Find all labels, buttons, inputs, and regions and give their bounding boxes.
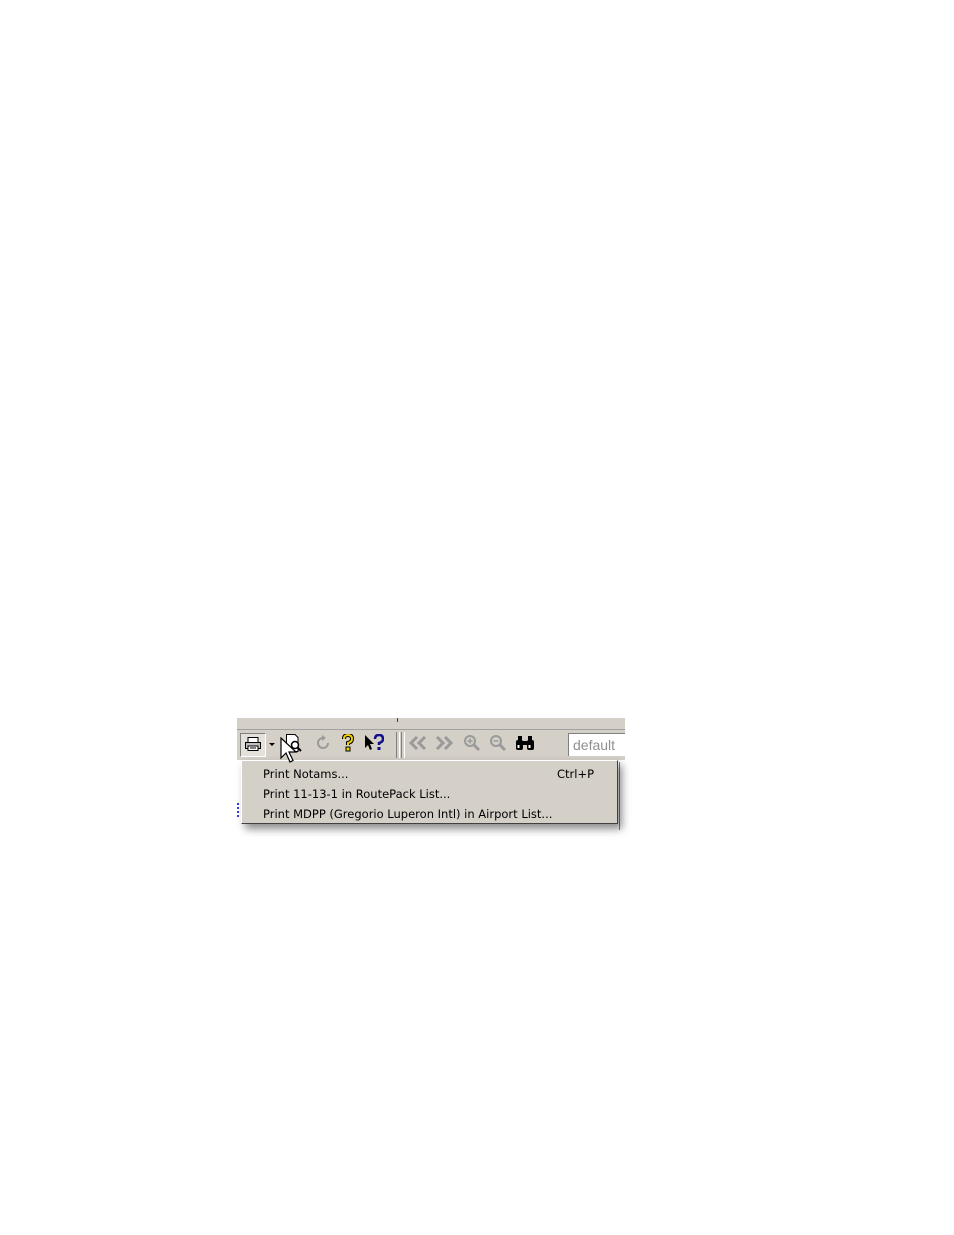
back-button[interactable] [407, 733, 429, 755]
menu-item-print-routepack[interactable]: Print 11-13-1 in RoutePack List... [242, 784, 617, 804]
refresh-icon [314, 734, 332, 755]
help-icon [341, 732, 355, 755]
toolbar-separator [396, 732, 400, 758]
zoom-out-button[interactable] [487, 733, 509, 755]
menu-item-print-airport[interactable]: Print MDPP (Gregorio Luperon Intl) in Ai… [242, 804, 617, 824]
menu-item-label: Print Notams... [263, 767, 349, 781]
menu-item-print-notams[interactable]: Print Notams... Ctrl+P [242, 764, 617, 784]
forward-icon [435, 735, 454, 753]
context-help-icon [364, 733, 385, 755]
menu-item-label: Print MDPP (Gregorio Luperon Intl) in Ai… [263, 807, 553, 821]
find-button[interactable] [514, 733, 536, 755]
zoom-in-button[interactable] [461, 733, 483, 755]
print-button[interactable] [240, 733, 266, 757]
profile-field[interactable]: default [568, 733, 625, 756]
binoculars-icon [515, 735, 535, 754]
splitter-tick [397, 718, 398, 722]
help-button[interactable] [337, 732, 359, 755]
toolbar-separator [401, 732, 405, 758]
print-dropdown-arrow-icon[interactable] [269, 743, 275, 746]
window-edge [237, 718, 625, 730]
mouse-cursor-icon [280, 736, 300, 765]
menu-item-label: Print 11-13-1 in RoutePack List... [263, 787, 451, 801]
print-icon [245, 736, 261, 754]
menu-item-shortcut: Ctrl+P [557, 767, 595, 781]
zoom-in-icon [463, 734, 481, 755]
context-help-button[interactable] [363, 733, 385, 755]
screenshot-crop: default Print Notams... Ctrl+P Print 11-… [237, 718, 625, 830]
grid-edge [619, 762, 626, 830]
forward-button[interactable] [433, 733, 455, 755]
back-icon [408, 735, 427, 753]
zoom-out-icon [489, 734, 507, 755]
print-dropdown-menu: Print Notams... Ctrl+P Print 11-13-1 in … [241, 760, 618, 824]
refresh-button[interactable] [312, 733, 334, 755]
